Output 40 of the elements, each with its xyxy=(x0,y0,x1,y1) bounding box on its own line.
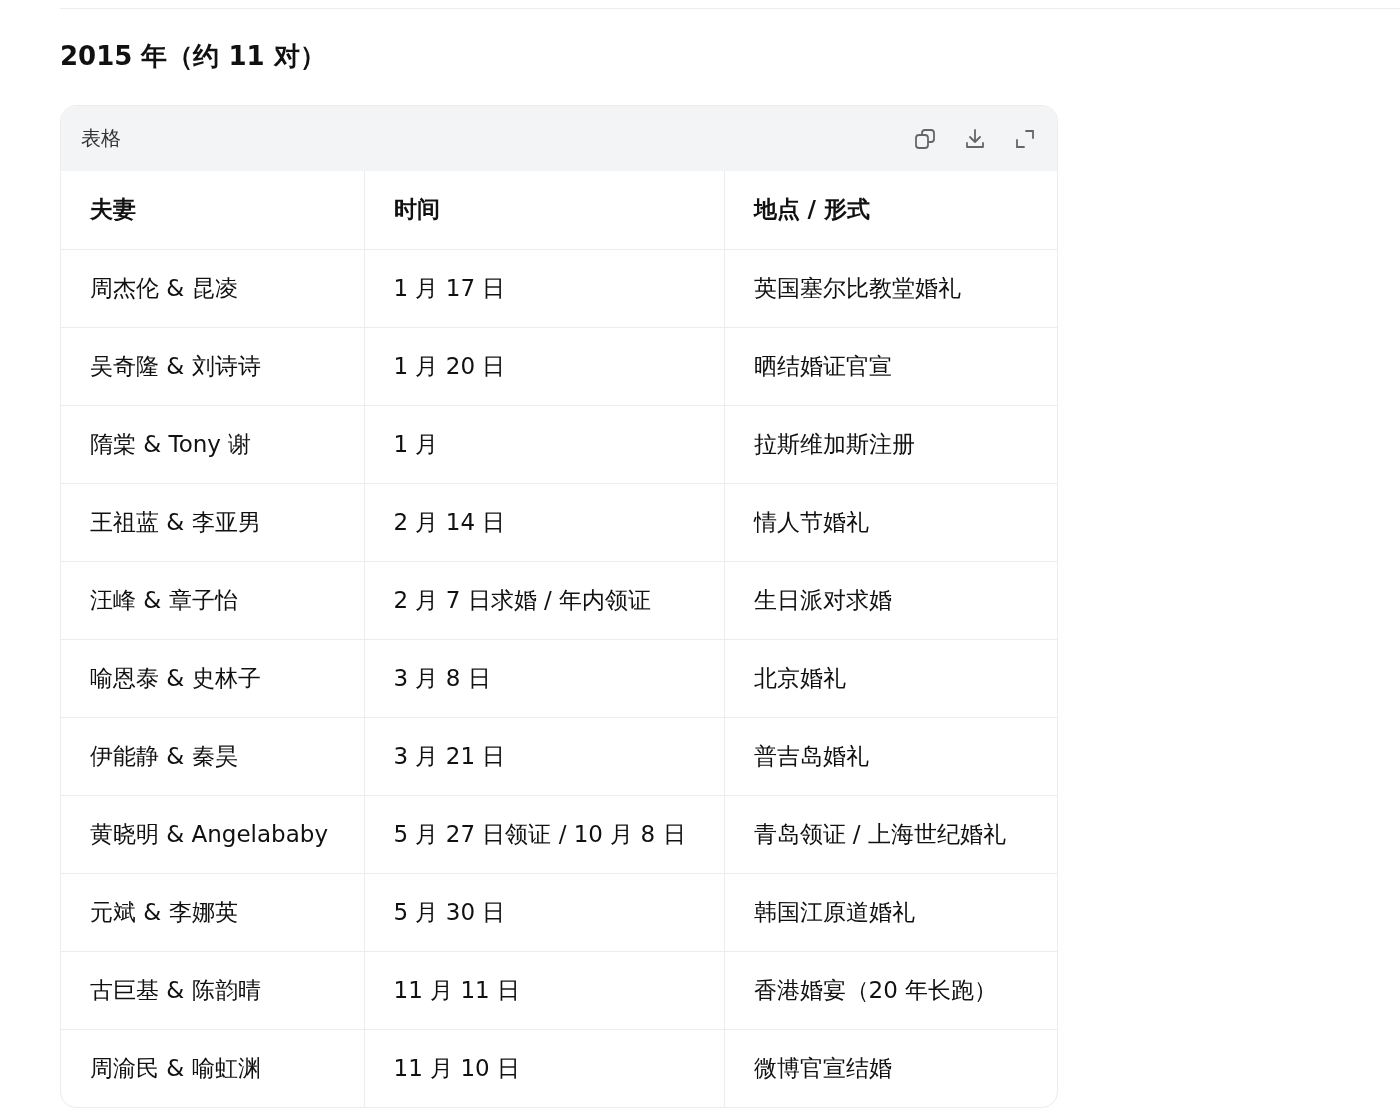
table-cell: 王祖蓝 & 李亚男 xyxy=(61,483,364,561)
table-cell: 周杰伦 & 昆凌 xyxy=(61,249,364,327)
table-title: 表格 xyxy=(81,125,121,152)
table-cell: 微博官宣结婚 xyxy=(724,1029,1057,1107)
table-cell: 古巨基 & 陈韵晴 xyxy=(61,951,364,1029)
column-header: 夫妻 xyxy=(61,171,364,249)
table-cell: 青岛领证 / 上海世纪婚礼 xyxy=(724,795,1057,873)
table-cell: 北京婚礼 xyxy=(724,639,1057,717)
table-cell: 吴奇隆 & 刘诗诗 xyxy=(61,327,364,405)
table-cell: 生日派对求婚 xyxy=(724,561,1057,639)
table-cell: 喻恩泰 & 史林子 xyxy=(61,639,364,717)
table-cell: 情人节婚礼 xyxy=(724,483,1057,561)
table-cell: 3 月 21 日 xyxy=(364,717,724,795)
table-cell: 1 月 xyxy=(364,405,724,483)
table-cell: 黄晓明 & Angelababy xyxy=(61,795,364,873)
table-cell: 晒结婚证官宣 xyxy=(724,327,1057,405)
table-cell: 伊能静 & 秦昊 xyxy=(61,717,364,795)
table-cell: 3 月 8 日 xyxy=(364,639,724,717)
table-cell: 汪峰 & 章子怡 xyxy=(61,561,364,639)
table-cell: 5 月 30 日 xyxy=(364,873,724,951)
table-cell: 普吉岛婚礼 xyxy=(724,717,1057,795)
table-cell: 隋棠 & Tony 谢 xyxy=(61,405,364,483)
table-cell: 2 月 14 日 xyxy=(364,483,724,561)
table-cell: 拉斯维加斯注册 xyxy=(724,405,1057,483)
download-icon[interactable] xyxy=(963,126,987,151)
table-cell: 韩国江原道婚礼 xyxy=(724,873,1057,951)
table-cell: 11 月 11 日 xyxy=(364,951,724,1029)
table-cell: 周渝民 & 喻虹渊 xyxy=(61,1029,364,1107)
table-cell: 元斌 & 李娜英 xyxy=(61,873,364,951)
copy-icon[interactable] xyxy=(913,126,937,151)
table-cell: 香港婚宴（20 年长跑） xyxy=(724,951,1057,1029)
table-cell: 2 月 7 日求婚 / 年内领证 xyxy=(364,561,724,639)
section-heading: 2015 年（约 11 对） xyxy=(60,39,327,73)
table-cell: 5 月 27 日领证 / 10 月 8 日 xyxy=(364,795,724,873)
table-cell: 1 月 17 日 xyxy=(364,249,724,327)
table-cell: 1 月 20 日 xyxy=(364,327,724,405)
table-cell: 英国塞尔比教堂婚礼 xyxy=(724,249,1057,327)
table-cell: 11 月 10 日 xyxy=(364,1029,724,1107)
column-header: 地点 / 形式 xyxy=(724,171,1057,249)
column-header: 时间 xyxy=(364,171,724,249)
